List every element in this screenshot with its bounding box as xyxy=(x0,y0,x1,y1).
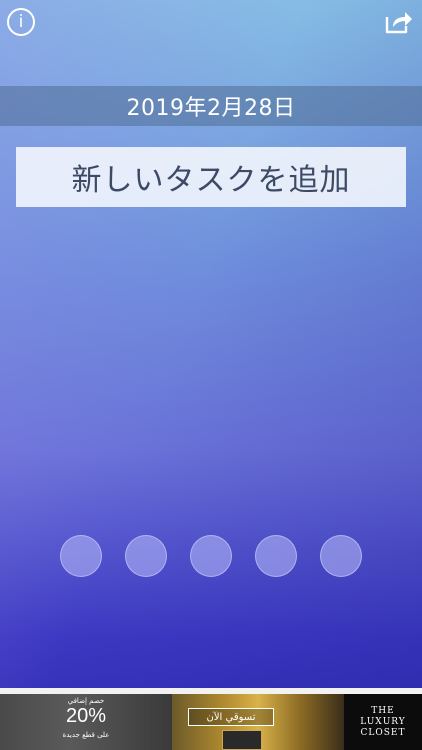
ad-bag-image xyxy=(222,730,262,750)
ad-discount-title: خصم إضافي xyxy=(67,697,105,705)
info-icon: i xyxy=(18,12,24,32)
dot-5[interactable] xyxy=(320,535,362,577)
ad-logo-line-3: CLOSET xyxy=(360,727,406,738)
ad-discount-percent: 20% xyxy=(65,705,107,727)
ad-brand-logo: THE LUXURY CLOSET xyxy=(344,694,422,750)
share-icon xyxy=(385,12,412,34)
dot-2[interactable] xyxy=(125,535,167,577)
dot-3[interactable] xyxy=(190,535,232,577)
ad-shop-now-button[interactable]: تسوقي الآن xyxy=(188,708,274,726)
dot-4[interactable] xyxy=(255,535,297,577)
ad-logo-line-2: LUXURY xyxy=(360,716,406,727)
date-band: 2019年2月28日 xyxy=(0,86,422,126)
date-label: 2019年2月28日 xyxy=(126,96,296,121)
ad-banner[interactable]: خصم إضافي 20% على قطع جديدة تسوقي الآن T… xyxy=(0,694,422,750)
add-task-label: 新しいタスクを追加 xyxy=(71,163,351,198)
share-button[interactable] xyxy=(384,8,414,36)
info-button[interactable]: i xyxy=(7,8,35,36)
ad-discount-subtitle: على قطع جديدة xyxy=(62,731,110,739)
add-task-button[interactable]: 新しいタスクを追加 xyxy=(16,147,406,207)
ad-logo-line-1: THE xyxy=(371,705,395,716)
ad-discount-panel: خصم إضافي 20% على قطع جديدة xyxy=(0,694,172,750)
dot-1[interactable] xyxy=(60,535,102,577)
dot-indicator-row xyxy=(58,535,368,579)
